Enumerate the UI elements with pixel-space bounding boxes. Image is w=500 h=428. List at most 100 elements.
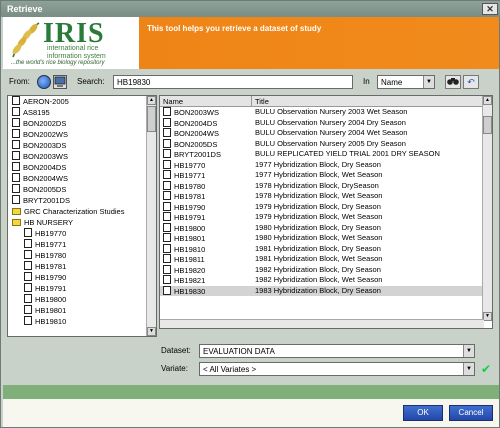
cell-name-text: BON2005DS [174, 139, 218, 149]
cell-title: 1979 Hybridization Block, Dry Season [255, 201, 381, 211]
table-row[interactable]: BON2003WS BULU Observation Nursery 2003 W… [160, 107, 484, 118]
table-row[interactable]: HB19781 1978 Hybridization Block, Wet Sea… [160, 191, 484, 202]
document-icon [12, 129, 20, 138]
search-label: Search: [77, 77, 105, 86]
in-select[interactable]: Name ▼ [377, 75, 435, 89]
tree-item-label: HB19771 [35, 240, 67, 249]
table-row[interactable]: HB19801 1980 Hybridization Block, Wet Sea… [160, 233, 484, 244]
cell-name-text: HB19810 [174, 244, 206, 254]
cell-title: 1982 Hybridization Block, Dry Season [255, 264, 381, 274]
column-header-title[interactable]: Title [252, 96, 484, 107]
table-row[interactable]: HB19790 1979 Hybridization Block, Dry Sea… [160, 201, 484, 213]
study-table[interactable]: Name Title BON2003WS BULU Observation Nur… [159, 95, 493, 329]
scroll-up-icon[interactable]: ▲ [483, 96, 492, 105]
tree-item[interactable]: HB19790 [8, 272, 156, 283]
document-icon [163, 149, 171, 158]
table-vertical-scrollbar[interactable]: ▲ ▼ [482, 96, 492, 321]
binoculars-icon[interactable] [445, 75, 461, 89]
tree-item[interactable]: BON2004WS [8, 173, 156, 184]
footer-stripe [3, 385, 499, 399]
tree-item[interactable]: BON2003WS [8, 151, 156, 162]
document-icon [24, 272, 32, 281]
cell-title: 1978 Hybridization Block, DrySeason [255, 180, 379, 190]
tree-item[interactable]: BON2005DS [8, 184, 156, 195]
tree-item[interactable]: HB NURSERY [8, 217, 156, 228]
chevron-down-icon[interactable]: ▼ [423, 76, 434, 88]
tree-item[interactable]: HB19770 [8, 228, 156, 239]
cell-name-text: HB19781 [174, 192, 206, 201]
in-label: In [363, 77, 370, 86]
chevron-down-icon[interactable]: ▼ [463, 363, 474, 375]
cell-title: 1977 Hybridization Block, Wet Season [255, 170, 383, 179]
scroll-up-icon[interactable]: ▲ [147, 96, 156, 105]
tree-item[interactable]: HB19780 [8, 250, 156, 261]
tree-vertical-scrollbar[interactable]: ▲ ▼ [146, 96, 156, 336]
tree-item[interactable]: AERON-2005 [8, 96, 156, 107]
globe-icon[interactable] [37, 75, 51, 89]
tree-item[interactable]: BON2002WS [8, 129, 156, 140]
column-header-name[interactable]: Name [160, 96, 252, 107]
tree-item-label: GRC Characterization Studies [24, 207, 125, 216]
table-row[interactable]: HB19770 1977 Hybridization Block, Dry Sea… [160, 159, 484, 171]
table-row[interactable]: BON2005DS BULU Observation Nursery 2005 D… [160, 138, 484, 150]
scroll-down-icon[interactable]: ▼ [483, 312, 492, 321]
table-row[interactable]: HB19771 1977 Hybridization Block, Wet Sea… [160, 170, 484, 181]
tree-item[interactable]: HB19771 [8, 239, 156, 250]
cell-title: 1977 Hybridization Block, Dry Season [255, 159, 381, 169]
document-icon [12, 107, 20, 116]
tree-item[interactable]: HB19810 [8, 316, 156, 327]
scroll-thumb[interactable] [483, 116, 492, 134]
ok-button[interactable]: OK [403, 405, 443, 421]
checkmark-icon[interactable]: ✔ [479, 363, 493, 377]
dataset-select[interactable]: EVALUATION DATA ▼ [199, 344, 475, 358]
tree-item-label: HB19810 [35, 317, 67, 326]
scroll-thumb[interactable] [147, 106, 156, 132]
search-input[interactable]: HB19830 [113, 75, 353, 89]
table-row[interactable]: BON2004WS BULU Observation Nursery 2004 W… [160, 128, 484, 139]
table-row[interactable]: HB19811 1981 Hybridization Block, Wet Sea… [160, 254, 484, 265]
table-row[interactable]: BRYT2001DS BULU REPLICATED YIELD TRIAL 20… [160, 149, 484, 160]
table-horizontal-scrollbar[interactable] [160, 319, 484, 328]
tree-item[interactable]: BON2002DS [8, 118, 156, 129]
study-tree[interactable]: AERON-2005 AS8195 BON2002DS BON2002WS BON200… [7, 95, 157, 337]
table-row[interactable]: HB19821 1982 Hybridization Block, Wet Sea… [160, 275, 484, 286]
table-row[interactable]: HB19820 1982 Hybridization Block, Dry Sea… [160, 264, 484, 276]
tree-item[interactable]: BON2003DS [8, 140, 156, 151]
tree-item[interactable]: HB19791 [8, 283, 156, 294]
tree-item-label: HB NURSERY [24, 218, 74, 227]
tree-item[interactable]: AS8195 [8, 107, 156, 118]
table-row[interactable]: HB19800 1980 Hybridization Block, Dry Sea… [160, 222, 484, 234]
tree-item[interactable]: BRYT2001DS [8, 195, 156, 206]
computer-icon[interactable] [53, 75, 67, 89]
table-row[interactable]: HB19830 1983 Hybridization Block, Dry Sea… [160, 285, 484, 296]
table-row[interactable]: HB19780 1978 Hybridization Block, DrySeas… [160, 180, 484, 192]
tree-item[interactable]: GRC Characterization Studies [8, 206, 156, 217]
tree-item[interactable]: HB19801 [8, 305, 156, 316]
header: IRIS international rice information syst… [3, 17, 499, 69]
tree-item-label: HB19770 [35, 229, 67, 238]
tree-item[interactable]: HB19800 [8, 294, 156, 305]
cell-title: 1980 Hybridization Block, Dry Season [255, 222, 381, 232]
tree-item[interactable]: HB19781 [8, 261, 156, 272]
chevron-down-icon[interactable]: ▼ [463, 345, 474, 357]
tree-item[interactable]: BON2004DS [8, 162, 156, 173]
cancel-button[interactable]: Cancel [449, 405, 493, 421]
close-button[interactable]: ✕ [482, 3, 498, 15]
table-row[interactable]: HB19791 1979 Hybridization Block, Wet Sea… [160, 212, 484, 223]
scroll-down-icon[interactable]: ▼ [147, 327, 156, 336]
document-icon [12, 184, 20, 193]
tree-item-label: BON2002DS [23, 119, 67, 128]
logo-tagline: ...the world's rice biology repository [11, 60, 105, 66]
table-body: BON2003WS BULU Observation Nursery 2003 W… [160, 107, 484, 296]
banner: This tool helps you retrieve a dataset o… [139, 17, 499, 69]
document-icon [163, 180, 171, 190]
document-icon [163, 191, 171, 200]
document-icon [163, 128, 171, 137]
table-row[interactable]: HB19810 1981 Hybridization Block, Dry Sea… [160, 243, 484, 255]
cell-title: 1983 Hybridization Block, Dry Season [255, 285, 381, 295]
cell-name-text: BRYT2001DS [174, 150, 221, 159]
undo-icon[interactable]: ↶ [463, 75, 479, 89]
variate-select[interactable]: < All Variates > ▼ [199, 362, 475, 376]
table-row[interactable]: BON2004DS BULU Observation Nursery 2004 D… [160, 117, 484, 129]
document-icon [12, 162, 20, 171]
